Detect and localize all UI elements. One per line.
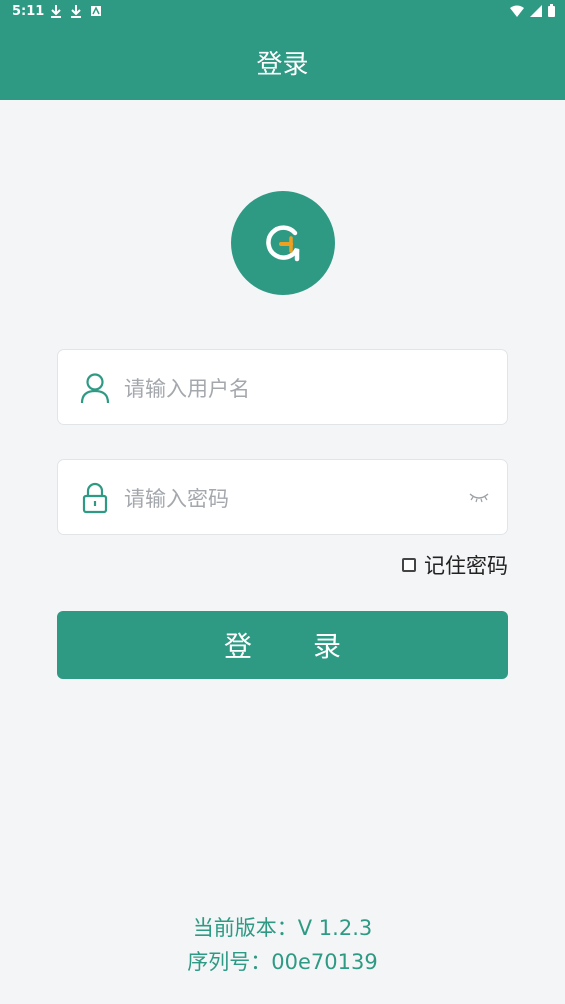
app-logo [231,191,335,295]
password-field[interactable] [57,459,508,535]
download-icon [71,5,81,18]
download-icon [51,5,61,18]
serial-label: 序列号： [187,950,272,974]
status-bar: 5:11 [0,0,565,24]
version-info: 当前版本：V 1.2.3 [0,912,565,942]
serial-value: 00e70139 [271,950,378,974]
serial-info: 序列号：00e70139 [0,946,565,976]
user-icon [80,373,110,404]
status-system-icons [510,4,555,17]
lock-icon [82,482,108,514]
battery-icon [548,4,555,17]
app-logo-icon [266,225,300,262]
remember-password[interactable]: 记住密码 [402,552,508,578]
signal-icon [530,4,542,17]
status-time: 5:11 [12,4,45,19]
login-button[interactable]: 登 录 [57,611,508,679]
username-input[interactable] [122,368,456,410]
app-bar: 登录 [0,24,565,100]
text-icon [91,6,101,16]
password-input[interactable] [122,478,456,520]
remember-label: 记住密码 [424,554,508,578]
eye-closed-icon[interactable] [469,490,489,504]
version-label: 当前版本： [192,916,298,940]
page-title: 登录 [256,49,309,80]
username-field[interactable] [57,349,508,425]
version-value: V 1.2.3 [297,916,373,940]
wifi-icon [510,5,524,17]
remember-checkbox[interactable] [402,558,416,572]
status-notification-icons [50,4,102,18]
